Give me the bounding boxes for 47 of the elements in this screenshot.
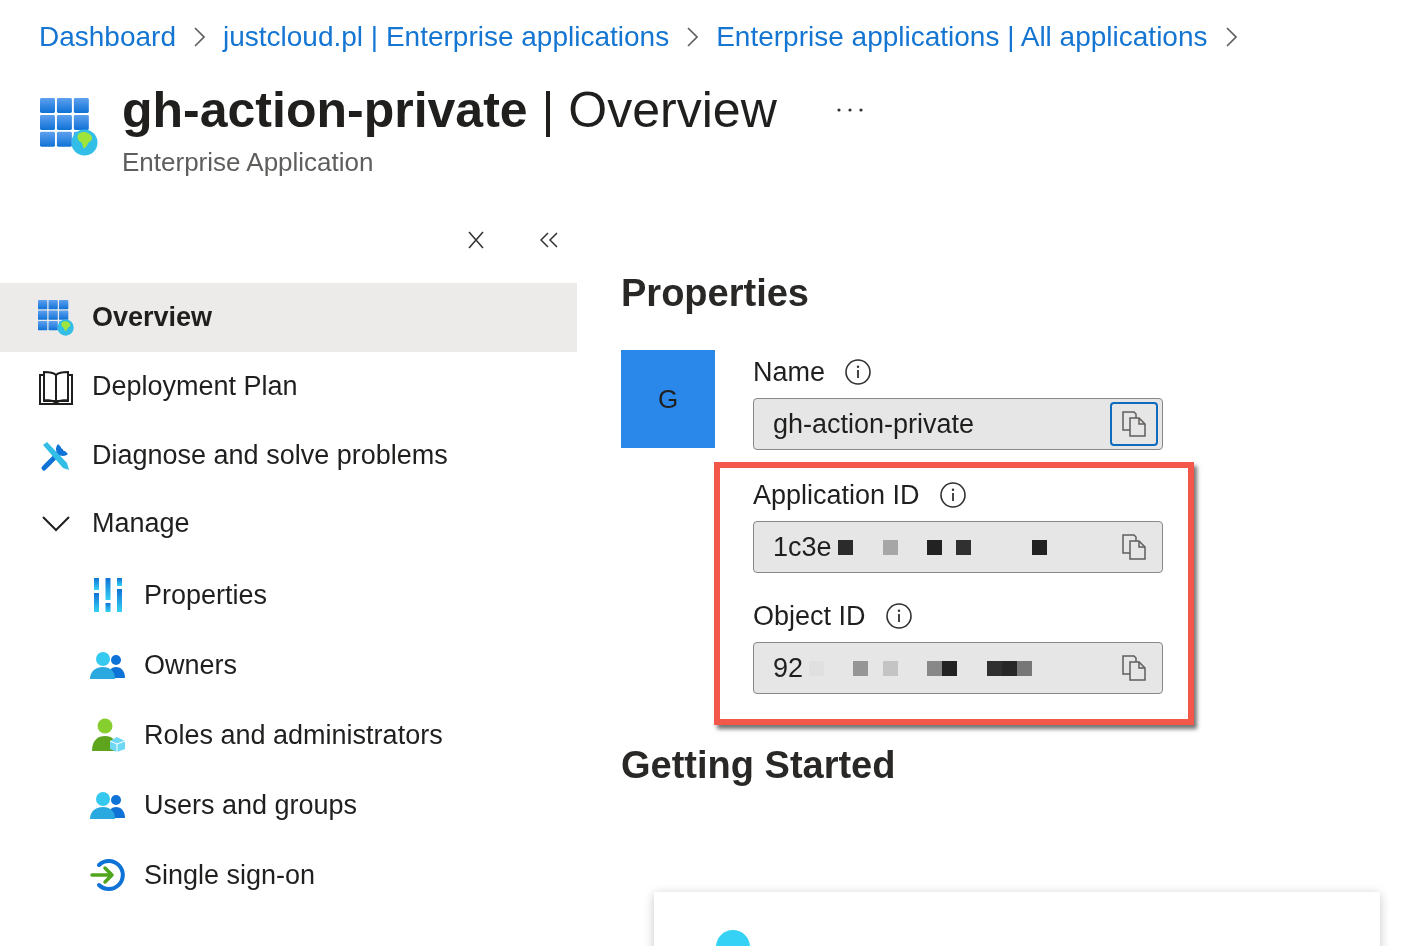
app-letter-tile: G (621, 350, 715, 448)
double-chevron-left-icon (540, 232, 558, 248)
sidebar-item[interactable]: Single sign-on (0, 840, 577, 910)
sign-in-icon (90, 857, 126, 893)
info-icon[interactable] (845, 359, 872, 385)
field-value: 92 (773, 652, 804, 684)
book-icon (38, 368, 74, 405)
breadcrumb-link[interactable]: Enterprise applications | All applications (716, 21, 1208, 53)
more-icon (836, 108, 863, 112)
copy-icon (1122, 655, 1146, 681)
sidebar-item[interactable]: Properties (0, 560, 577, 630)
readonly-field[interactable]: gh-action-private (753, 398, 1163, 450)
sidebar-item[interactable]: Roles and administrators (0, 700, 577, 770)
copy-icon (1122, 534, 1146, 560)
readonly-field[interactable]: 1c3e (753, 521, 1163, 573)
sidebar-item[interactable]: Users and groups (0, 770, 577, 840)
info-icon[interactable] (885, 603, 912, 629)
app-grid-icon (38, 299, 74, 336)
sidebar-item[interactable]: Owners (0, 630, 577, 700)
app-grid-globe-icon (40, 98, 98, 156)
info-icon[interactable] (939, 482, 966, 508)
close-icon (468, 231, 484, 249)
chevron-right-icon (1225, 27, 1237, 47)
copy-icon (1122, 411, 1146, 437)
section-heading: Properties (621, 271, 809, 316)
copy-button[interactable] (1110, 402, 1158, 446)
breadcrumb-link[interactable]: justcloud.pl | Enterprise applications (223, 21, 670, 53)
person-cube-icon (91, 718, 125, 752)
sidebar-item[interactable]: Deployment Plan (0, 352, 577, 421)
field-value: gh-action-private (773, 408, 975, 440)
page-subtitle: Enterprise Application (122, 146, 374, 178)
chevron-right-icon (194, 27, 205, 47)
breadcrumb-link[interactable]: Dashboard (39, 21, 176, 53)
field-label: Application ID (753, 479, 920, 511)
sidebar-group-toggle[interactable]: Manage (0, 490, 577, 557)
chevron-right-icon (687, 27, 699, 47)
sidebar-item[interactable]: Overview (0, 283, 577, 352)
field-value: 1c3e (773, 531, 832, 563)
bars-icon (93, 578, 123, 612)
sidebar-item[interactable]: Diagnose and solve problems (0, 421, 577, 490)
page-title: gh-action-private | Overview (122, 82, 777, 138)
people-icon (90, 651, 126, 679)
field-label: Object ID (753, 600, 866, 632)
section-heading: Getting Started (621, 743, 896, 788)
readonly-field[interactable]: 92 (753, 642, 1163, 694)
people-icon (90, 791, 126, 819)
field-label: Name (753, 356, 826, 388)
